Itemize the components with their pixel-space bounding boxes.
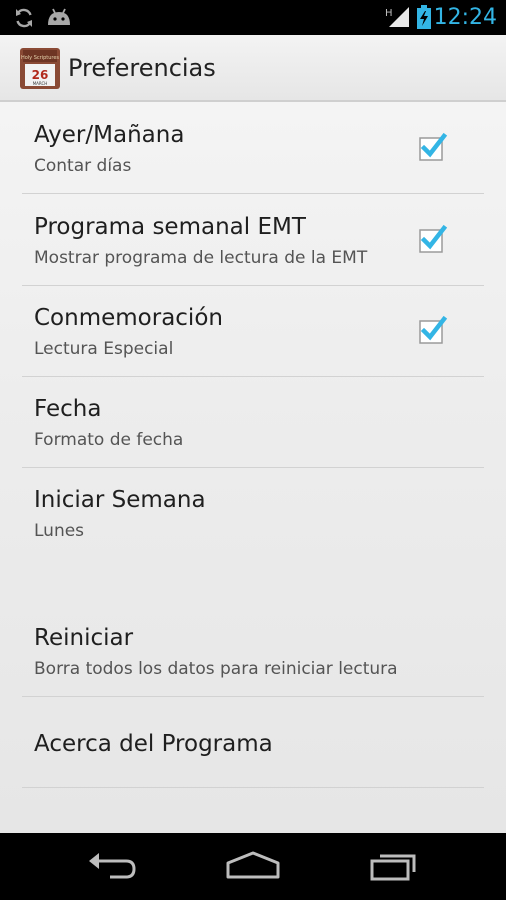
preference-summary: Borra todos los datos para reiniciar lec… bbox=[34, 659, 398, 679]
preference-summary: Formato de fecha bbox=[34, 430, 184, 450]
preference-ayer-manana[interactable]: Ayer/Mañana Contar días bbox=[22, 102, 484, 193]
home-icon[interactable] bbox=[225, 845, 281, 889]
preference-list: Ayer/Mañana Contar días Programa semanal… bbox=[0, 102, 506, 833]
app-icon-month: MARCH bbox=[33, 81, 48, 86]
preference-acerca-del-programa[interactable]: Acerca del Programa bbox=[22, 697, 484, 787]
signal-label: H bbox=[385, 8, 393, 19]
app-icon-day: 26 bbox=[32, 68, 49, 82]
preference-title: Programa semanal EMT bbox=[34, 214, 306, 240]
preference-summary: Contar días bbox=[34, 156, 132, 176]
preference-summary: Lunes bbox=[34, 521, 85, 541]
back-icon[interactable] bbox=[86, 845, 138, 889]
divider bbox=[22, 787, 484, 788]
navigation-bar bbox=[0, 833, 506, 900]
recent-apps-icon[interactable] bbox=[368, 845, 420, 889]
preference-title: Ayer/Mañana bbox=[34, 122, 185, 148]
page-title: Preferencias bbox=[68, 54, 216, 82]
preference-fecha[interactable]: Fecha Formato de fecha bbox=[22, 377, 484, 467]
android-debug-icon bbox=[46, 7, 72, 33]
preference-title: Iniciar Semana bbox=[34, 487, 206, 513]
preference-summary: Mostrar programa de lectura de la EMT bbox=[34, 248, 368, 268]
checkbox-checked-icon[interactable] bbox=[418, 315, 448, 344]
checkbox-checked-icon[interactable] bbox=[418, 224, 448, 253]
preference-iniciar-semana[interactable]: Iniciar Semana Lunes bbox=[22, 468, 484, 558]
sync-icon bbox=[13, 7, 35, 33]
checkbox-checked-icon[interactable] bbox=[418, 132, 448, 161]
preference-conmemoracion[interactable]: Conmemoración Lectura Especial bbox=[22, 286, 484, 376]
signal-h-icon: H bbox=[385, 5, 411, 33]
preference-title: Conmemoración bbox=[34, 305, 223, 331]
app-calendar-icon[interactable]: Holy Scriptures 26 MARCH bbox=[19, 47, 61, 90]
status-clock: 12:24 bbox=[433, 5, 497, 30]
preference-reiniciar[interactable]: Reiniciar Borra todos los datos para rei… bbox=[22, 605, 484, 696]
preference-programa-semanal[interactable]: Programa semanal EMT Mostrar programa de… bbox=[22, 194, 484, 285]
preference-title: Acerca del Programa bbox=[34, 731, 273, 757]
preference-summary: Lectura Especial bbox=[34, 339, 174, 359]
action-bar: Holy Scriptures 26 MARCH Preferencias bbox=[0, 35, 506, 102]
preference-title: Reiniciar bbox=[34, 625, 134, 651]
app-icon-banner: Holy Scriptures bbox=[21, 55, 59, 61]
battery-charging-icon bbox=[416, 5, 432, 33]
status-bar: H 12:24 bbox=[0, 0, 506, 35]
preference-title: Fecha bbox=[34, 396, 102, 422]
